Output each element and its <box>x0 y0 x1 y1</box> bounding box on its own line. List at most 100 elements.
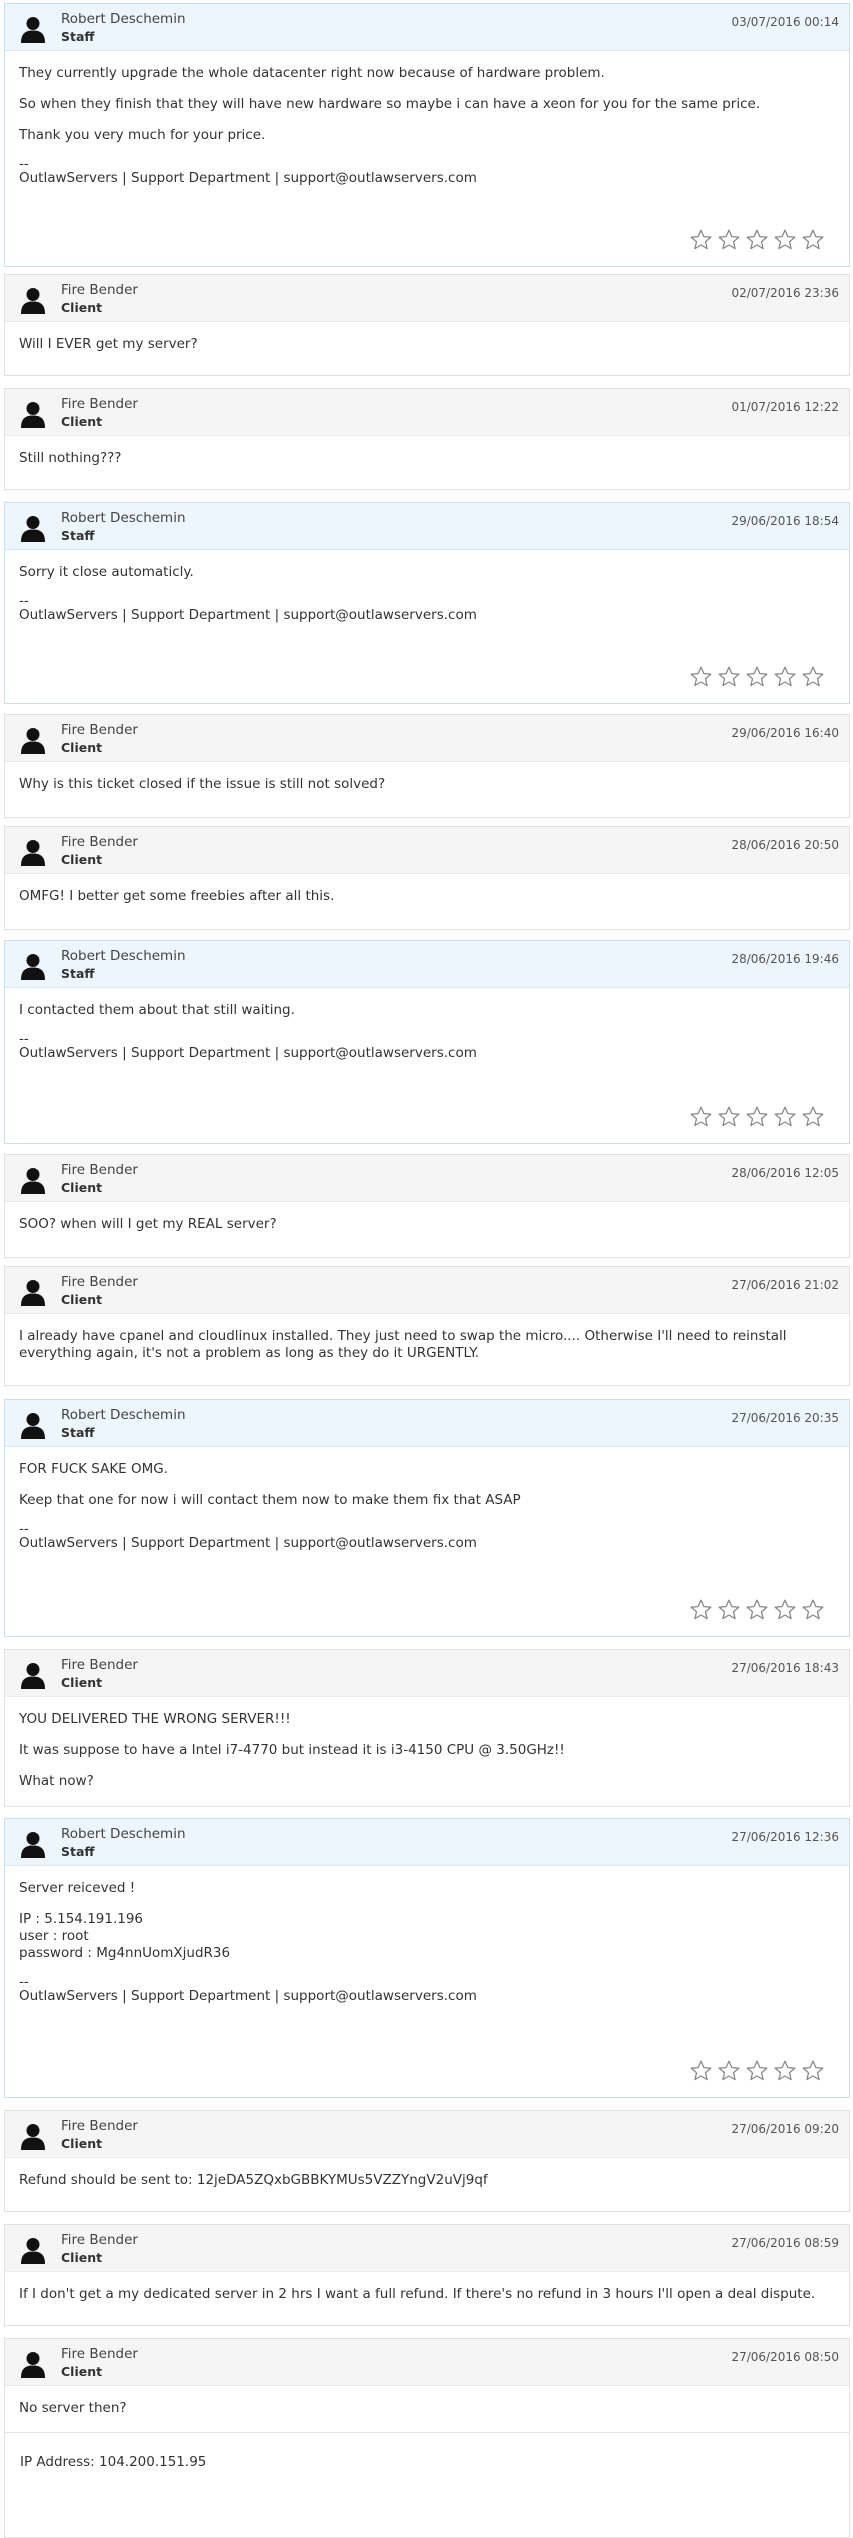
message-header: Robert Deschemin Staff 27/06/2016 12:36 <box>5 1819 849 1866</box>
message-line: If I don't get a my dedicated server in … <box>19 2286 816 2302</box>
star-icon[interactable] <box>745 228 769 252</box>
message-body: Server reiceved ! IP : 5.154.191.196 user … <box>5 1866 849 2019</box>
avatar-icon <box>19 952 47 980</box>
author-role: Client <box>61 2250 103 2265</box>
message-date: 02/07/2016 23:36 <box>731 286 839 300</box>
message-line: IP : 5.154.191.196 <box>19 1911 144 1927</box>
star-icon[interactable] <box>773 1598 797 1622</box>
star-icon[interactable] <box>689 2059 713 2083</box>
star-icon[interactable] <box>801 665 825 689</box>
message-header: Robert Deschemin Staff 27/06/2016 20:35 <box>5 1400 849 1447</box>
message-header: Robert Deschemin Staff 28/06/2016 19:46 <box>5 941 849 988</box>
message-line: No server then? <box>19 2400 127 2416</box>
star-icon[interactable] <box>801 2059 825 2083</box>
message-line: password : Mg4nnUomXjudR36 <box>19 1945 231 1961</box>
star-icon[interactable] <box>801 1105 825 1129</box>
author-role: Client <box>61 740 103 755</box>
message-paragraph: It was suppose to have a Intel i7-4770 b… <box>19 1742 835 1759</box>
message-date: 29/06/2016 16:40 <box>731 726 839 740</box>
message-paragraph: Refund should be sent to: 12jeDA5ZQxbGBB… <box>19 2172 835 2189</box>
author-role: Client <box>61 2136 103 2151</box>
message-paragraph: Still nothing??? <box>19 450 835 467</box>
avatar-icon <box>19 838 47 866</box>
message-body: I contacted them about that still waitin… <box>5 988 849 1076</box>
star-icon[interactable] <box>745 665 769 689</box>
message-line: SOO? when will I get my REAL server? <box>19 1216 277 1232</box>
avatar-icon <box>19 2350 47 2378</box>
message-body: I already have cpanel and cloudlinux ins… <box>5 1314 849 1376</box>
message-body: No server then? <box>5 2386 849 2431</box>
ticket-message: Robert Deschemin Staff 03/07/2016 00:14 The… <box>4 3 850 267</box>
message-header: Robert Deschemin Staff 29/06/2016 18:54 <box>5 503 849 550</box>
message-line: FOR FUCK SAKE OMG. <box>19 1461 169 1477</box>
ticket-message: Fire Bender Client 02/07/2016 23:36 Will I … <box>4 274 850 376</box>
star-icon[interactable] <box>717 1598 741 1622</box>
signature-separator: -- <box>19 156 29 172</box>
staff-signature: OutlawServers | Support Department | sup… <box>19 1535 477 1551</box>
message-header: Fire Bender Client 29/06/2016 16:40 <box>5 715 849 762</box>
avatar-icon <box>19 2122 47 2150</box>
author-name: Fire Bender <box>61 396 138 412</box>
ticket-message: Fire Bender Client 28/06/2016 20:50 OMFG! I… <box>4 826 850 930</box>
message-body: FOR FUCK SAKE OMG. Keep that one for now … <box>5 1447 849 1566</box>
reply-rating[interactable] <box>689 228 825 252</box>
message-date: 27/06/2016 09:20 <box>731 2122 839 2136</box>
message-paragraph: YOU DELIVERED THE WRONG SERVER!!! <box>19 1711 835 1728</box>
author-name: Fire Bender <box>61 1162 138 1178</box>
reply-rating[interactable] <box>689 665 825 689</box>
message-date: 01/07/2016 12:22 <box>731 400 839 414</box>
star-icon[interactable] <box>689 1105 713 1129</box>
message-line: Why is this ticket closed if the issue i… <box>19 776 386 792</box>
message-line: Still nothing??? <box>19 450 122 466</box>
star-icon[interactable] <box>689 228 713 252</box>
star-icon[interactable] <box>801 1598 825 1622</box>
star-icon[interactable] <box>717 228 741 252</box>
ticket-message: Fire Bender Client 27/06/2016 18:43 YOU DEL… <box>4 1649 850 1807</box>
star-icon[interactable] <box>745 1598 769 1622</box>
message-date: 29/06/2016 18:54 <box>731 514 839 528</box>
author-name: Robert Deschemin <box>61 1407 186 1423</box>
reply-rating[interactable] <box>689 2059 825 2083</box>
star-icon[interactable] <box>717 2059 741 2083</box>
author-name: Fire Bender <box>61 282 138 298</box>
star-icon[interactable] <box>717 665 741 689</box>
star-icon[interactable] <box>773 665 797 689</box>
star-icon[interactable] <box>773 1105 797 1129</box>
author-name: Robert Deschemin <box>61 948 186 964</box>
avatar-icon <box>19 726 47 754</box>
author-role: Client <box>61 1675 103 1690</box>
message-date: 27/06/2016 21:02 <box>731 1278 839 1292</box>
message-date: 27/06/2016 18:43 <box>731 1661 839 1675</box>
star-icon[interactable] <box>689 665 713 689</box>
star-icon[interactable] <box>773 228 797 252</box>
message-paragraph: IP : 5.154.191.196 user : root password : … <box>19 1911 835 1962</box>
ticket-message: Robert Deschemin Staff 27/06/2016 20:35 FOR… <box>4 1399 850 1637</box>
signature-separator: -- <box>19 593 29 609</box>
star-icon[interactable] <box>773 2059 797 2083</box>
author-name: Fire Bender <box>61 2118 138 2134</box>
star-icon[interactable] <box>745 2059 769 2083</box>
star-icon[interactable] <box>745 1105 769 1129</box>
message-body: Why is this ticket closed if the issue i… <box>5 762 849 807</box>
message-paragraph: So when they finish that they will have … <box>19 96 835 113</box>
message-header: Fire Bender Client 28/06/2016 20:50 <box>5 827 849 874</box>
star-icon[interactable] <box>801 228 825 252</box>
message-line: I already have cpanel and cloudlinux ins… <box>19 1328 787 1344</box>
ticket-message: Robert Deschemin Staff 27/06/2016 12:36 Ser… <box>4 1818 850 2098</box>
reply-rating[interactable] <box>689 1105 825 1129</box>
message-header: Fire Bender Client 27/06/2016 08:59 <box>5 2225 849 2272</box>
message-body: Will I EVER get my server? <box>5 322 849 367</box>
message-header: Fire Bender Client 27/06/2016 21:02 <box>5 1267 849 1314</box>
message-date: 28/06/2016 19:46 <box>731 952 839 966</box>
message-paragraph: What now? <box>19 1773 835 1790</box>
message-header: Fire Bender Client 01/07/2016 12:22 <box>5 389 849 436</box>
message-line: Thank you very much for your price. <box>19 127 266 143</box>
message-paragraph: Server reiceved ! <box>19 1880 835 1897</box>
star-icon[interactable] <box>689 1598 713 1622</box>
staff-signature: OutlawServers | Support Department | sup… <box>19 1045 477 1061</box>
star-icon[interactable] <box>717 1105 741 1129</box>
avatar-icon <box>19 286 47 314</box>
reply-rating[interactable] <box>689 1598 825 1622</box>
ticket-message: Fire Bender Client 28/06/2016 12:05 SOO? wh… <box>4 1154 850 1258</box>
message-paragraph: Keep that one for now i will contact the… <box>19 1492 835 1509</box>
